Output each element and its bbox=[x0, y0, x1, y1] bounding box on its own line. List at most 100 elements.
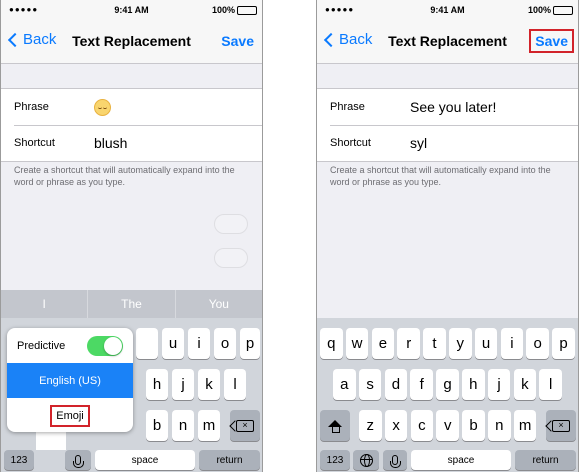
key[interactable]: k bbox=[198, 369, 220, 400]
globe-icon bbox=[359, 453, 373, 467]
key[interactable]: d bbox=[384, 369, 408, 400]
key[interactable]: b bbox=[146, 410, 168, 441]
key[interactable]: n bbox=[488, 410, 511, 441]
menu-item-emoji[interactable]: Emoji bbox=[7, 398, 133, 432]
globe-key[interactable] bbox=[353, 450, 379, 470]
key[interactable]: h bbox=[146, 369, 168, 400]
faded-toggle bbox=[214, 214, 248, 234]
faded-toggle bbox=[214, 248, 248, 268]
delete-icon: × bbox=[236, 419, 254, 432]
smiling-blush-emoji-icon bbox=[94, 98, 111, 116]
backspace-key[interactable]: × bbox=[230, 410, 260, 441]
battery-icon bbox=[553, 5, 573, 15]
key[interactable]: m bbox=[513, 410, 537, 441]
key[interactable]: j bbox=[487, 369, 511, 400]
right-phone-screen: ●●●●● 9:41 AM 100% Back Text Replacement… bbox=[316, 0, 579, 472]
key[interactable]: b bbox=[462, 410, 485, 441]
battery-indicator: 100% bbox=[212, 5, 257, 15]
key[interactable]: c bbox=[410, 410, 434, 441]
battery-icon bbox=[237, 5, 257, 15]
navigation-bar: Back Text Replacement Save bbox=[1, 20, 262, 64]
key[interactable]: e bbox=[371, 328, 395, 359]
status-bar: ●●●●● 9:41 AM 100% bbox=[1, 0, 262, 20]
footnote: Create a shortcut that will automaticall… bbox=[14, 165, 235, 187]
key[interactable]: o bbox=[214, 328, 236, 359]
key[interactable]: g bbox=[436, 369, 459, 400]
suggestion-item[interactable]: You bbox=[174, 290, 262, 318]
menu-item-english-us[interactable]: English (US) bbox=[7, 363, 133, 398]
key[interactable]: p bbox=[240, 328, 260, 359]
suggestion-item[interactable]: The bbox=[87, 290, 174, 318]
predictive-label: Predictive bbox=[17, 339, 66, 352]
shortcut-label: Shortcut bbox=[14, 137, 55, 149]
key[interactable]: m bbox=[198, 410, 220, 441]
left-phone-screen: ●●●●● 9:41 AM 100% Back Text Replacement… bbox=[0, 0, 263, 472]
shortcut-row[interactable]: Shortcut syl bbox=[317, 125, 578, 161]
key[interactable]: i bbox=[500, 328, 524, 359]
key[interactable]: s bbox=[358, 369, 382, 400]
key[interactable]: f bbox=[410, 369, 433, 400]
shortcut-row[interactable]: Shortcut blush bbox=[1, 125, 262, 161]
backspace-key[interactable]: × bbox=[546, 410, 576, 441]
battery-percent: 100% bbox=[527, 5, 551, 15]
predictive-toggle-row[interactable]: Predictive bbox=[7, 328, 133, 363]
key[interactable]: w bbox=[345, 328, 369, 359]
emoji-label: Emoji bbox=[50, 404, 90, 427]
status-bar: ●●●●● 9:41 AM 100% bbox=[317, 0, 578, 20]
phrase-label: Phrase bbox=[330, 101, 365, 113]
popup-tail bbox=[36, 430, 66, 450]
phrase-row[interactable]: Phrase See you later! bbox=[317, 89, 578, 125]
key[interactable]: z bbox=[359, 410, 382, 441]
microphone-icon bbox=[73, 455, 84, 468]
numbers-key[interactable]: 123 bbox=[4, 450, 34, 470]
predictive-bar: I The You bbox=[1, 290, 262, 318]
phrase-label: Phrase bbox=[14, 101, 49, 113]
phrase-row[interactable]: Phrase bbox=[1, 89, 262, 125]
footnote: Create a shortcut that will automaticall… bbox=[330, 165, 551, 187]
shortcut-label: Shortcut bbox=[330, 137, 371, 149]
key-p-partial[interactable] bbox=[136, 328, 158, 359]
save-button[interactable]: Save bbox=[529, 29, 574, 53]
keyboard: × 123 space return qwertyuiop asdfghjkl zx… bbox=[317, 318, 578, 472]
save-button[interactable]: Save bbox=[221, 33, 254, 49]
shift-icon bbox=[328, 420, 342, 433]
shortcut-field[interactable]: blush bbox=[94, 135, 127, 151]
key[interactable]: p bbox=[552, 328, 575, 359]
shortcut-field[interactable]: syl bbox=[410, 135, 427, 151]
key[interactable]: o bbox=[526, 328, 549, 359]
return-key[interactable]: return bbox=[199, 450, 260, 470]
suggestion-item[interactable]: I bbox=[1, 290, 87, 318]
key[interactable]: y bbox=[449, 328, 472, 359]
delete-icon: × bbox=[552, 419, 570, 432]
numbers-key[interactable]: 123 bbox=[320, 450, 350, 470]
key[interactable]: j bbox=[172, 369, 194, 400]
key[interactable]: v bbox=[436, 410, 459, 441]
key[interactable]: t bbox=[423, 328, 446, 359]
dictation-key[interactable] bbox=[383, 450, 407, 470]
return-key[interactable]: return bbox=[515, 450, 576, 470]
microphone-icon bbox=[390, 455, 401, 468]
key[interactable]: u bbox=[162, 328, 184, 359]
key[interactable]: i bbox=[188, 328, 210, 359]
predictive-switch[interactable] bbox=[87, 335, 123, 356]
battery-indicator: 100% bbox=[528, 5, 573, 15]
replacement-form: Phrase See you later! Shortcut syl bbox=[317, 88, 578, 162]
key[interactable]: k bbox=[513, 369, 537, 400]
space-key[interactable]: space bbox=[95, 450, 195, 470]
navigation-bar: Back Text Replacement Save bbox=[317, 20, 578, 64]
key[interactable]: l bbox=[539, 369, 562, 400]
keyboard-switcher-menu: Predictive English (US) Emoji bbox=[7, 328, 133, 432]
shift-key[interactable] bbox=[320, 410, 350, 441]
key[interactable]: u bbox=[474, 328, 498, 359]
key[interactable]: n bbox=[172, 410, 194, 441]
key[interactable]: a bbox=[333, 369, 356, 400]
phrase-field[interactable]: See you later! bbox=[410, 99, 496, 115]
space-key[interactable]: space bbox=[411, 450, 511, 470]
key[interactable]: q bbox=[320, 328, 343, 359]
key[interactable]: x bbox=[384, 410, 408, 441]
key[interactable]: r bbox=[397, 328, 420, 359]
battery-percent: 100% bbox=[211, 5, 235, 15]
dictation-key[interactable] bbox=[65, 450, 91, 470]
key[interactable]: h bbox=[462, 369, 485, 400]
key[interactable]: l bbox=[224, 369, 246, 400]
